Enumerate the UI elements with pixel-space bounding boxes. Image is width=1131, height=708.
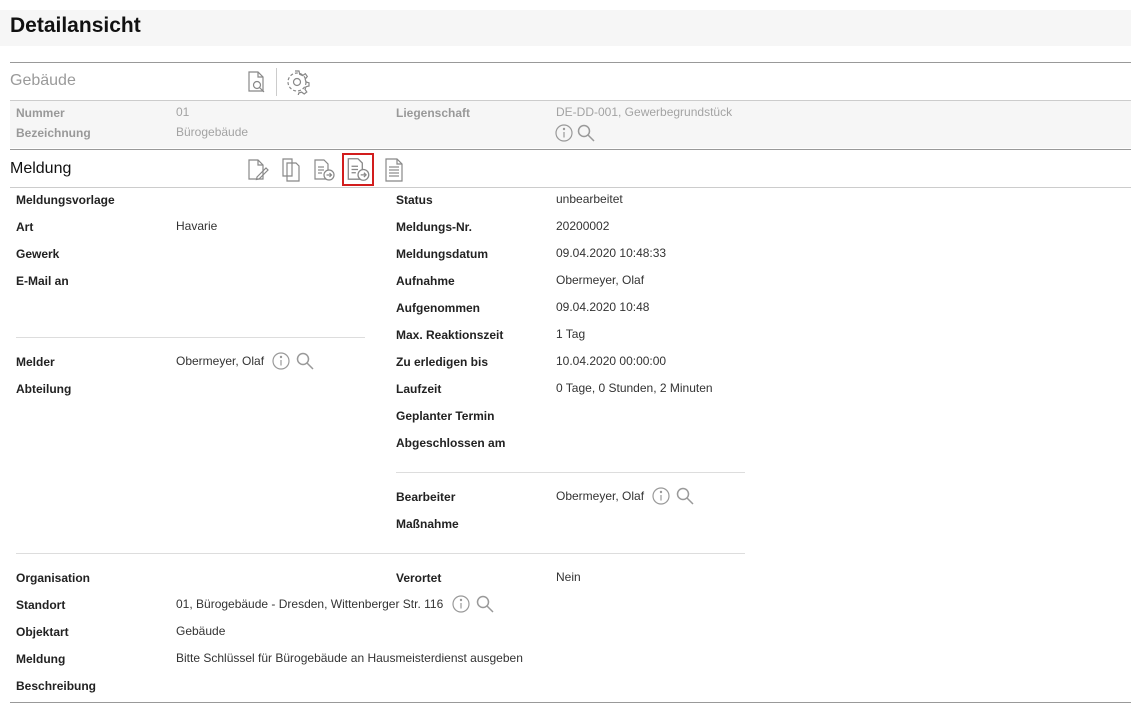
bearbeiter-value: Obermeyer, Olaf xyxy=(556,489,645,503)
abteilung-label: Abteilung xyxy=(16,382,72,396)
page-title: Detailansicht xyxy=(10,14,141,37)
section-divider xyxy=(10,702,1131,703)
gewerk-label: Gewerk xyxy=(16,247,60,261)
bezeichnung-label: Bezeichnung xyxy=(16,126,91,140)
document-search-icon[interactable] xyxy=(244,69,270,95)
column-separator xyxy=(396,472,745,473)
search-icon[interactable] xyxy=(576,123,596,143)
section-divider xyxy=(10,187,1131,188)
aufgenommen-value: 09.04.2020 10:48 xyxy=(556,300,650,314)
melder-label: Melder xyxy=(16,355,55,369)
search-icon[interactable] xyxy=(295,351,315,371)
aufgenommen-label: Aufgenommen xyxy=(396,301,480,315)
bezeichnung-value: Bürogebäude xyxy=(176,125,249,139)
reaktionszeit-label: Max. Reaktionszeit xyxy=(396,328,504,342)
info-icon[interactable] xyxy=(271,351,291,371)
liegenschaft-label: Liegenschaft xyxy=(396,106,471,120)
search-icon[interactable] xyxy=(475,594,495,614)
verortet-value: Nein xyxy=(556,570,581,584)
meldung-label: Meldung xyxy=(16,652,66,666)
toolbar-divider xyxy=(276,68,277,96)
forward-document-icon[interactable] xyxy=(311,157,337,183)
zu-erledigen-value: 10.04.2020 00:00:00 xyxy=(556,354,667,368)
liegenschaft-value: DE-DD-001, Gewerbegrundstück xyxy=(556,105,733,119)
standort-value: 01, Bürogebäude - Dresden, Wittenberger … xyxy=(176,597,444,611)
report-icon[interactable] xyxy=(381,157,407,183)
aufnahme-value: Obermeyer, Olaf xyxy=(556,273,645,287)
column-separator xyxy=(16,337,365,338)
meldungsdatum-label: Meldungsdatum xyxy=(396,247,488,261)
meldungs-nr-value: 20200002 xyxy=(556,219,610,233)
geplanter-termin-label: Geplanter Termin xyxy=(396,409,495,423)
meldungsvorlage-label: Meldungsvorlage xyxy=(16,193,115,207)
beschreibung-label: Beschreibung xyxy=(16,679,97,693)
info-icon[interactable] xyxy=(451,594,471,614)
email-label: E-Mail an xyxy=(16,274,69,288)
status-label: Status xyxy=(396,193,433,207)
section-divider xyxy=(10,149,1131,150)
melder-value: Obermeyer, Olaf xyxy=(176,354,265,368)
objektart-value: Gebäude xyxy=(176,624,226,638)
page-header: Detailansicht xyxy=(0,10,1131,46)
search-icon[interactable] xyxy=(675,486,695,506)
objektart-label: Objektart xyxy=(16,625,69,639)
info-icon[interactable] xyxy=(651,486,671,506)
aufnahme-label: Aufnahme xyxy=(396,274,455,288)
verortet-label: Verortet xyxy=(396,571,442,585)
zu-erledigen-label: Zu erledigen bis xyxy=(396,355,489,369)
copy-icon[interactable] xyxy=(278,157,304,183)
gebaeude-section-title: Gebäude xyxy=(10,72,76,89)
art-value: Havarie xyxy=(176,219,218,233)
info-icon[interactable] xyxy=(554,123,574,143)
meldung-section-title: Meldung xyxy=(10,160,72,177)
meldung-value: Bitte Schlüssel für Bürogebäude an Hausm… xyxy=(176,651,523,665)
laufzeit-label: Laufzeit xyxy=(396,382,442,396)
standort-label: Standort xyxy=(16,598,66,612)
column-separator xyxy=(16,553,745,554)
meldungsdatum-value: 09.04.2020 10:48:33 xyxy=(556,246,667,260)
nummer-label: Nummer xyxy=(16,106,65,120)
section-divider xyxy=(10,62,1131,63)
nummer-value: 01 xyxy=(176,105,190,119)
massnahme-label: Maßnahme xyxy=(396,517,459,531)
meldungs-nr-label: Meldungs-Nr. xyxy=(396,220,473,234)
reaktionszeit-value: 1 Tag xyxy=(556,327,586,341)
bearbeiter-label: Bearbeiter xyxy=(396,490,456,504)
gear-icon[interactable] xyxy=(284,69,310,97)
organisation-label: Organisation xyxy=(16,571,91,585)
laufzeit-value: 0 Tage, 0 Stunden, 2 Minuten xyxy=(556,381,713,395)
status-value: unbearbeitet xyxy=(556,192,623,206)
send-document-icon[interactable] xyxy=(342,153,374,186)
edit-document-icon[interactable] xyxy=(244,157,270,183)
art-label: Art xyxy=(16,220,34,234)
abgeschlossen-label: Abgeschlossen am xyxy=(396,436,506,450)
